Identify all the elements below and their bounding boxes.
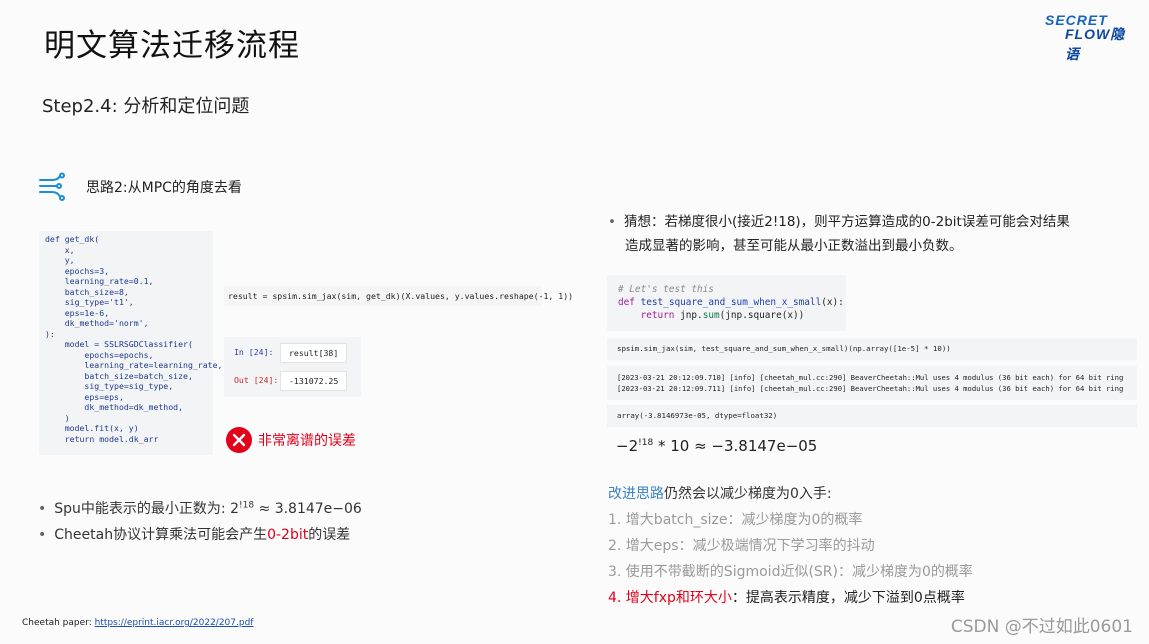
code-comment: # Let's test this xyxy=(618,284,714,295)
b2-red: 0-2bit xyxy=(267,527,309,543)
bullet-min-positive: • Spu中能表示的最小正数为: 2!18 ≈ 3.8147e−06 xyxy=(38,500,362,517)
logo-line2: FLOW隐语 xyxy=(1065,26,1126,62)
formula-post: * 10 ≈ −3.8147e−05 xyxy=(653,437,818,455)
b1-sup: !18 xyxy=(239,500,255,511)
bullet-cheetah-error: • Cheetah协议计算乘法可能会产生0-2bit的误差 xyxy=(38,527,351,543)
formula: −2!18 * 10 ≈ −3.8147e−05 xyxy=(616,437,817,455)
b2-post: 的误差 xyxy=(308,527,351,543)
b1-tail: ≈ 3.8147e−06 xyxy=(254,501,362,517)
code-get-dk: def get_dk( x, y, epochs=3, learning_rat… xyxy=(39,231,222,455)
ret-pre: jnp. xyxy=(680,310,703,321)
ret-post: (jnp.square(x)) xyxy=(719,310,805,321)
paper-label: Cheetah paper: xyxy=(22,618,95,628)
in-prompt: In [24]: xyxy=(234,347,274,357)
code-sim-line: spsim.sim_jax(sim, test_square_and_sum_w… xyxy=(607,338,1137,360)
notebook-io-cell: In [24]: result[38] Out [24]: -131072.25 xyxy=(224,337,361,397)
secretflow-logo: SECRET FLOW隐语 xyxy=(1045,12,1139,62)
b2-pre: Cheetah协议计算乘法可能会产生 xyxy=(54,527,268,543)
fn-args: (x): xyxy=(821,297,844,308)
bi-sum: sum xyxy=(702,310,720,321)
flow-icon xyxy=(38,172,68,202)
log-line: [2023-03-21 20:12:09.710] [info] [cheeta… xyxy=(617,373,1124,382)
b1-text: Spu中能表示的最小正数为: 2 xyxy=(54,501,239,517)
out-prompt: Out [24]: xyxy=(234,375,279,385)
kw-def: def xyxy=(618,297,635,308)
log-line: [2023-03-21 20:12:09.711] [info] [cheeta… xyxy=(617,384,1124,393)
code-test-square: # Let's test this def test_square_and_su… xyxy=(607,275,846,331)
array-output: array(-3.8146973e-05, dtype=float32) xyxy=(607,405,1137,427)
step-4-rest: ：提高表示精度，减少下溢到0点概率 xyxy=(731,590,965,606)
error-x-icon xyxy=(225,426,253,454)
step-4-red: 4. 增大fxp和环大小 xyxy=(608,590,732,606)
paper-link[interactable]: https://eprint.iacr.org/2022/207.pdf xyxy=(95,618,254,628)
step-2: 2. 增大eps：减少极端情况下学习率的抖动 xyxy=(608,538,875,554)
formula-sup: !18 xyxy=(638,438,654,448)
paper-reference: Cheetah paper: https://eprint.iacr.org/2… xyxy=(22,618,253,628)
step-3: 3. 使用不带截断的Sigmoid近似(SR)：减少梯度为0的概率 xyxy=(608,564,973,580)
idea-label: 思路2:从MPC的角度去看 xyxy=(86,180,242,196)
log-output: [2023-03-21 20:12:09.710] [info] [cheeta… xyxy=(607,366,1137,400)
fn-name: test_square_and_sum_when_x_small xyxy=(640,297,822,308)
csdn-watermark: CSDN @不过如此0601 xyxy=(950,617,1133,637)
formula-pre: −2 xyxy=(616,437,639,455)
step-1: 1. 增大batch_size：减少梯度为0的概率 xyxy=(608,512,863,528)
code-result-line: result = spsim.sim_jax(sim, get_dk)(X.va… xyxy=(224,286,573,306)
hypothesis-bullet: • 猜想：若梯度很小(接近2!18)，则平方运算造成的0-2bit误差可能会对结果… xyxy=(608,210,1108,258)
guess-line2: 造成显著的影响，甚至可能从最小正数溢出到最小负数。 xyxy=(625,238,963,254)
error-note: 非常离谱的误差 xyxy=(258,433,356,449)
kw-return: return xyxy=(640,310,675,321)
page-title: 明文算法迁移流程 xyxy=(44,28,300,64)
out-value: -131072.25 xyxy=(280,371,348,391)
in-value: result[38] xyxy=(280,343,348,363)
page-subtitle: Step2.4: 分析和定位问题 xyxy=(42,96,250,117)
guess-line1: 猜想：若梯度很小(接近2!18)，则平方运算造成的0-2bit误差可能会对结果 xyxy=(623,214,1070,230)
improve-rest: 仍然会以减少梯度为0入手: xyxy=(664,486,832,502)
step-4: 4. 增大fxp和环大小：提高表示精度，减少下溢到0点概率 xyxy=(608,587,965,607)
improve-link[interactable]: 改进思路 xyxy=(608,486,664,502)
improve-heading: 改进思路仍然会以减少梯度为0入手: xyxy=(608,483,832,503)
